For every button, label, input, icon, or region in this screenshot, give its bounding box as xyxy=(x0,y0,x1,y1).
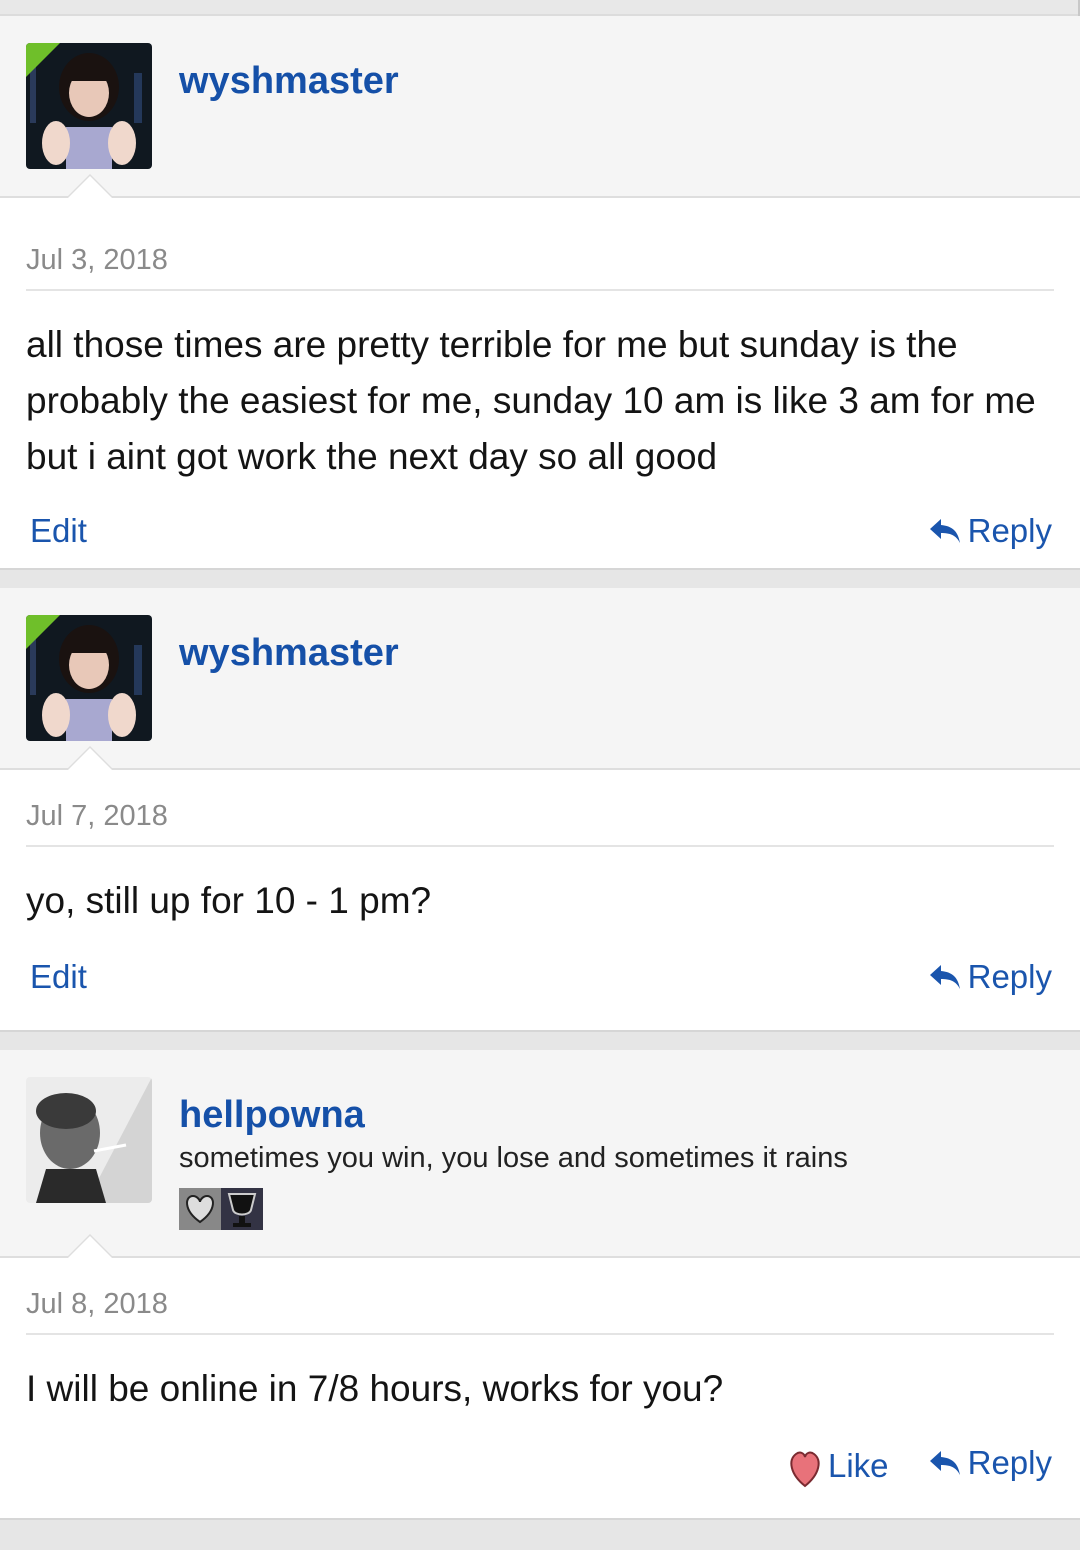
trophy-icon xyxy=(179,1188,263,1230)
reply-icon xyxy=(928,517,962,545)
reply-icon xyxy=(928,1449,962,1477)
avatar[interactable] xyxy=(26,615,152,741)
post-separator xyxy=(0,1518,1080,1550)
user-title: sometimes you win, you lose and sometime… xyxy=(179,1142,848,1174)
post-header: hellpowna sometimes you win, you lose an… xyxy=(0,1050,1080,1258)
post: hellpowna sometimes you win, you lose an… xyxy=(0,1050,1080,1518)
edit-label: Edit xyxy=(30,958,87,995)
edit-button[interactable]: Edit xyxy=(30,512,87,550)
top-separator xyxy=(0,0,1080,16)
post-separator xyxy=(0,568,1080,588)
avatar[interactable] xyxy=(26,43,152,169)
edit-button[interactable]: Edit xyxy=(30,958,87,996)
divider xyxy=(26,1333,1054,1335)
post-header: wyshmaster xyxy=(0,16,1080,198)
post-message: all those times are pretty terrible for … xyxy=(26,324,1036,477)
reply-label: Reply xyxy=(967,512,1052,549)
post-date[interactable]: Jul 8, 2018 xyxy=(26,1288,168,1321)
username[interactable]: wyshmaster xyxy=(179,60,399,103)
like-label: Like xyxy=(828,1447,889,1484)
username[interactable]: hellpowna xyxy=(179,1094,365,1137)
reply-button[interactable]: Reply xyxy=(928,1444,1052,1482)
edit-label: Edit xyxy=(30,512,87,549)
header-arrow xyxy=(66,174,114,198)
reply-label: Reply xyxy=(967,958,1052,995)
post-date[interactable]: Jul 3, 2018 xyxy=(26,244,168,277)
header-arrow xyxy=(66,746,114,770)
avatar[interactable] xyxy=(26,1077,152,1203)
online-badge xyxy=(26,615,60,649)
username[interactable]: wyshmaster xyxy=(179,632,399,675)
post-separator xyxy=(0,1030,1080,1050)
like-button[interactable]: Like xyxy=(788,1444,889,1488)
heart-icon xyxy=(788,1444,822,1488)
divider xyxy=(26,845,1054,847)
reply-label: Reply xyxy=(967,1444,1052,1481)
post-date[interactable]: Jul 7, 2018 xyxy=(26,800,168,833)
post-message: I will be online in 7/8 hours, works for… xyxy=(26,1368,724,1409)
trophy-badges xyxy=(179,1188,263,1230)
divider xyxy=(26,289,1054,291)
post: wyshmaster Jul 7, 2018 yo, still up for … xyxy=(0,588,1080,1030)
reply-button[interactable]: Reply xyxy=(928,958,1052,996)
avatar-image xyxy=(26,1077,152,1203)
header-arrow xyxy=(66,1234,114,1258)
online-badge xyxy=(26,43,60,77)
post-message: yo, still up for 10 - 1 pm? xyxy=(26,880,432,921)
post-header: wyshmaster xyxy=(0,588,1080,770)
post: wyshmaster Jul 3, 2018 all those times a… xyxy=(0,16,1080,568)
reply-icon xyxy=(928,963,962,991)
reply-button[interactable]: Reply xyxy=(928,512,1052,550)
